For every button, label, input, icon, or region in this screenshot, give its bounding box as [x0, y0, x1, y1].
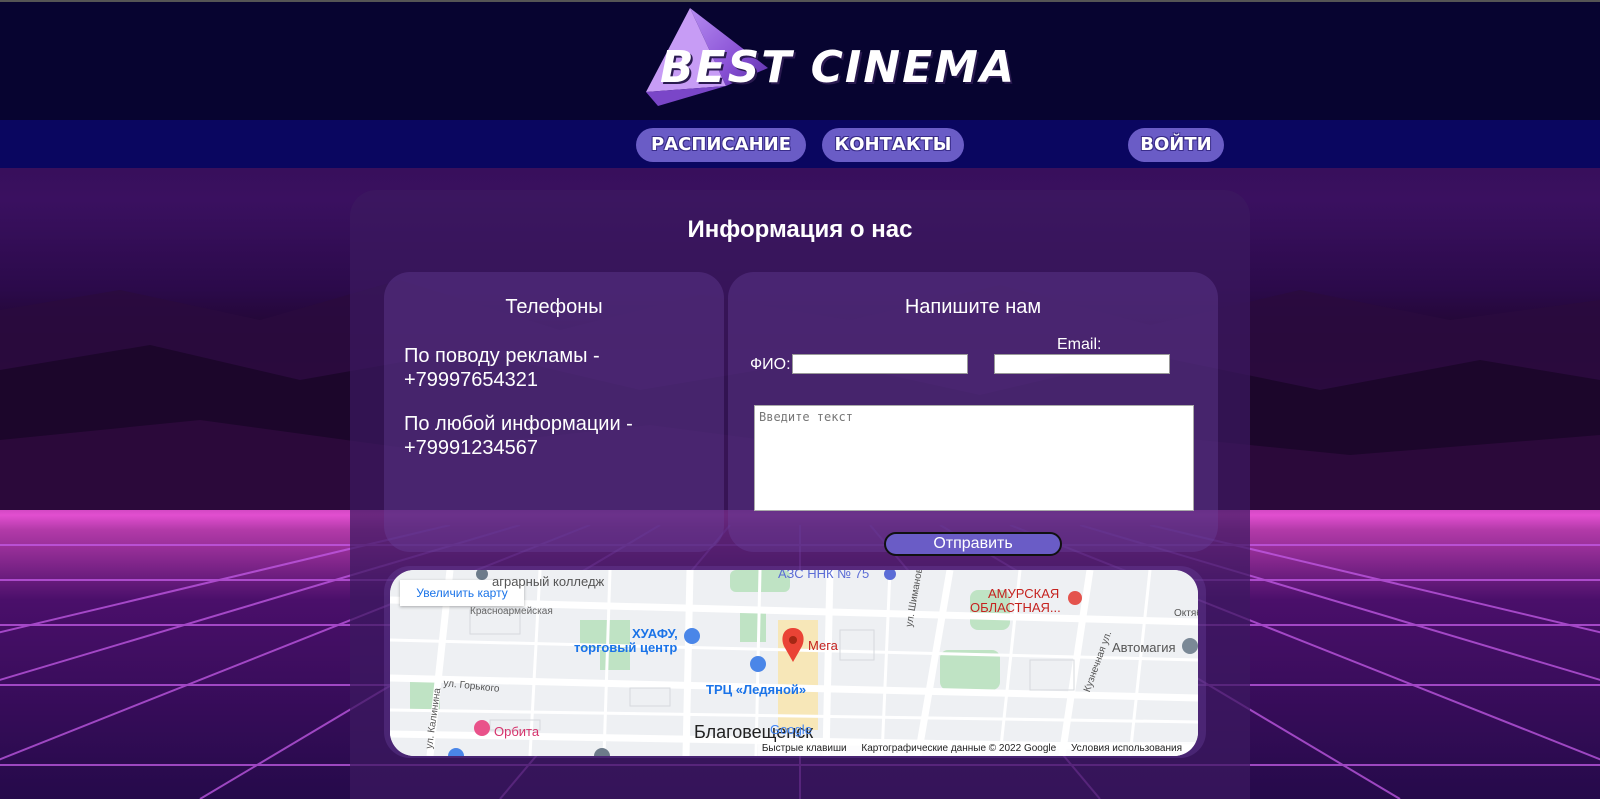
google-logo: Google: [770, 722, 812, 737]
phones-title: Телефоны: [505, 296, 603, 318]
ads-label: По поводу рекламы -: [404, 345, 600, 367]
map-label-hufu: ХУАФУ,: [632, 626, 678, 641]
map-frame: Увеличить карту аграрный колледж Красноа…: [384, 566, 1206, 758]
nav-contacts-button[interactable]: КОНТАКТЫ: [822, 128, 964, 162]
submit-button[interactable]: Отправить: [884, 532, 1062, 556]
info-label: По любой информации -: [404, 413, 633, 435]
nav-login-button[interactable]: ВОЙТИ: [1128, 128, 1224, 162]
map-label-orbita: Орбита: [494, 724, 540, 739]
map-label-amurskaya: АМУРСКАЯ: [988, 586, 1060, 601]
email-field[interactable]: [994, 354, 1170, 374]
map-label-krasnoarm: Красноармейская: [470, 606, 553, 617]
phones-card: Телефоны По поводу рекламы - +7999765432…: [384, 272, 724, 552]
contact-form-card: Напишите нам ФИО: Email: Отправить: [728, 272, 1218, 556]
logo-text[interactable]: BEST CINEMA: [660, 42, 1016, 93]
map-label-oblastnaya: ОБЛАСТНАЯ...: [970, 600, 1061, 615]
page-title: Информация о нас: [687, 216, 913, 243]
message-textarea[interactable]: [754, 405, 1194, 511]
map-label-trade-center: торговый центр: [574, 640, 678, 655]
name-label: ФИО:: [750, 356, 791, 373]
email-label: Email:: [1057, 336, 1102, 353]
map-terms-link[interactable]: Условия использования: [1071, 743, 1182, 754]
map-label-avtomagiya: Автомагия: [1112, 640, 1176, 655]
map-label-mega[interactable]: Мега: [808, 638, 838, 653]
header: BEST CINEMA: [0, 0, 1600, 120]
name-field[interactable]: [792, 354, 968, 374]
info-panel: Информация о нас Телефоны По поводу рекл…: [350, 190, 1250, 799]
map-footer: Быстрые клавиши Картографические данные …: [757, 742, 1198, 756]
map-label-college: аграрный колледж: [492, 574, 605, 589]
google-map[interactable]: Увеличить карту аграрный колледж Красноа…: [390, 570, 1198, 756]
info-phone[interactable]: +79991234567: [404, 436, 633, 460]
info-contact: По любой информации - +79991234567: [404, 412, 633, 460]
contact-form-title: Напишите нам: [904, 296, 1042, 318]
nav-schedule-button[interactable]: РАСПИСАНИЕ: [636, 128, 806, 162]
map-label-ledyanoy: ТРЦ «Ледяной»: [706, 682, 807, 697]
ads-contact: По поводу рекламы - +79997654321: [404, 344, 600, 392]
map-data-attribution: Картографические данные © 2022 Google: [861, 743, 1057, 754]
map-label-october: Октябр: [1174, 608, 1198, 619]
ads-phone[interactable]: +79997654321: [404, 368, 600, 392]
map-shortcuts-link[interactable]: Быстрые клавиши: [762, 743, 847, 754]
nav-bar: РАСПИСАНИЕ КОНТАКТЫ ВОЙТИ: [0, 120, 1600, 168]
map-label-azs: АЗС ННК № 75: [778, 570, 870, 581]
